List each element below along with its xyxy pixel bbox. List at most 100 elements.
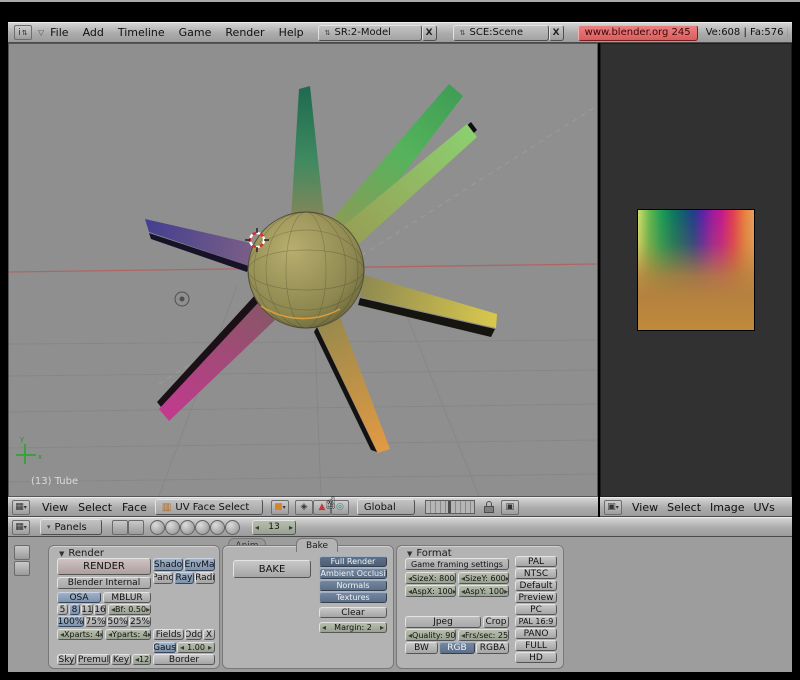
menu-face[interactable]: Face <box>122 501 147 514</box>
context-object-icon[interactable] <box>165 520 180 535</box>
rgba-toggle[interactable]: RGBA <box>476 642 509 654</box>
preset-hd-button[interactable]: HD <box>515 652 557 663</box>
uv-menu-uvs[interactable]: UVs <box>754 501 775 514</box>
context-value-field[interactable]: 13 <box>252 520 296 535</box>
context-script-icon[interactable] <box>128 520 144 535</box>
bf-field[interactable]: Bf: 0.50 <box>108 604 151 615</box>
border-toggle[interactable]: Border <box>153 654 215 665</box>
uv-image-editor[interactable] <box>600 43 792 497</box>
screen-selector[interactable]: ⇅ SR:2-Model <box>318 25 422 41</box>
render-button[interactable]: RENDER <box>57 558 151 575</box>
preset-preview-button[interactable]: Preview <box>515 592 557 603</box>
sizex-field[interactable]: SizeX: 800 <box>405 572 456 584</box>
bake-ambient-occlusion-radio[interactable]: Ambient Occlusi <box>319 568 387 579</box>
premul-toggle[interactable]: Premul <box>77 654 110 665</box>
render-preview-button[interactable]: ▣ <box>501 500 519 515</box>
size-75-button[interactable]: 75% <box>85 616 106 627</box>
gauss-value-field[interactable]: 1.00 <box>177 642 215 653</box>
mblur-toggle[interactable]: MBLUR <box>103 592 151 603</box>
mode-selector[interactable]: ▥ UV Face Select <box>155 499 263 515</box>
radio-toggle[interactable]: Radi <box>195 572 215 584</box>
pivot-button[interactable]: ◈ <box>295 500 313 515</box>
preset-full-button[interactable]: FULL <box>515 640 557 651</box>
fields-x-toggle[interactable]: X <box>203 629 215 640</box>
3d-viewport[interactable]: y x (13) Tube <box>8 43 598 497</box>
uv-menu-image[interactable]: Image <box>710 501 744 514</box>
uv-image[interactable] <box>637 209 755 331</box>
aspx-field[interactable]: AspX: 100 <box>405 585 456 597</box>
menu-game[interactable]: Game <box>179 26 212 39</box>
context-logic-icon[interactable] <box>112 520 128 535</box>
context-shading-icon[interactable] <box>150 520 165 535</box>
scene-selector[interactable]: ⇅ SCE:Scene <box>453 25 549 41</box>
header-collapse-icon[interactable]: ▽ <box>38 28 44 37</box>
lock-icon[interactable] <box>483 500 495 514</box>
sizey-field[interactable]: SizeY: 600 <box>458 572 509 584</box>
shadow-toggle[interactable]: Shado <box>153 558 183 571</box>
context-scene-icon[interactable] <box>195 520 210 535</box>
tab-bake[interactable]: Bake <box>296 538 338 552</box>
bake-full-render-radio[interactable]: Full Render <box>319 556 387 567</box>
panel-align-icon[interactable] <box>14 545 30 560</box>
menu-file[interactable]: File <box>50 26 68 39</box>
ray-toggle[interactable]: Ray <box>174 572 194 584</box>
scene-close-button[interactable]: X <box>549 25 564 41</box>
osa-16-button[interactable]: 16 <box>94 604 106 615</box>
quality-field[interactable]: Quality: 90 <box>405 629 456 641</box>
game-framing-button[interactable]: Game framing settings <box>405 558 509 570</box>
preset-pal169-button[interactable]: PAL 16:9 <box>515 616 557 627</box>
osa-5-button[interactable]: 5 <box>57 604 68 615</box>
orientation-selector[interactable]: Global <box>357 499 415 515</box>
subcontext-render-icon[interactable] <box>210 520 225 535</box>
bake-clear-button[interactable]: Clear <box>319 607 387 618</box>
size-50-button[interactable]: 50% <box>107 616 128 627</box>
menu-add[interactable]: Add <box>83 26 104 39</box>
uv-menu-view[interactable]: View <box>632 501 658 514</box>
preset-pano-button[interactable]: PANO <box>515 628 557 639</box>
panel-zoom-icon[interactable] <box>14 561 30 576</box>
preset-pal-button[interactable]: PAL <box>515 556 557 567</box>
menu-view[interactable]: View <box>42 501 68 514</box>
xparts-field[interactable]: Xparts: 4 <box>57 629 103 640</box>
preset-default-button[interactable]: Default <box>515 580 557 591</box>
osa-11-button[interactable]: 11 <box>81 604 93 615</box>
uv-menu-select[interactable]: Select <box>667 501 701 514</box>
bake-margin-field[interactable]: Margin: 2 <box>319 622 387 633</box>
bake-button[interactable]: BAKE <box>233 560 311 578</box>
key-value-field[interactable]: 128 <box>132 654 151 665</box>
framerate-field[interactable]: Frs/sec: 25 <box>458 629 509 641</box>
preset-pc-button[interactable]: PC <box>515 604 557 615</box>
aspy-field[interactable]: AspY: 100 <box>458 585 509 597</box>
bake-normals-radio[interactable]: Normals <box>319 580 387 591</box>
menu-help[interactable]: Help <box>279 26 304 39</box>
window-type-button[interactable]: i ⇅ <box>14 25 32 40</box>
editor-type-button[interactable]: ▦ ▾ <box>12 500 30 515</box>
crop-toggle[interactable]: Crop <box>483 616 509 628</box>
key-toggle[interactable]: Key <box>111 654 131 665</box>
fields-toggle[interactable]: Fields <box>153 629 184 640</box>
engine-selector[interactable]: Blender Internal <box>57 577 151 589</box>
bw-toggle[interactable]: BW <box>405 642 438 654</box>
panels-menu[interactable]: ▾ Panels <box>40 519 102 535</box>
gauss-toggle[interactable]: Gaus <box>153 642 176 653</box>
envmap-toggle[interactable]: EnvMa <box>184 558 215 571</box>
rgb-toggle[interactable]: RGB <box>439 642 475 654</box>
layer-buttons[interactable] <box>425 500 475 514</box>
sky-toggle[interactable]: Sky <box>57 654 76 665</box>
menu-timeline[interactable]: Timeline <box>118 26 165 39</box>
pano-toggle[interactable]: Pano <box>153 572 173 584</box>
bake-textures-radio[interactable]: Textures <box>319 592 387 603</box>
filetype-selector[interactable]: Jpeg <box>405 616 481 628</box>
menu-render[interactable]: Render <box>225 26 264 39</box>
preset-ntsc-button[interactable]: NTSC <box>515 568 557 579</box>
osa-8-button[interactable]: 8 <box>69 604 80 615</box>
screen-close-button[interactable]: X <box>422 25 437 41</box>
context-editing-icon[interactable] <box>180 520 195 535</box>
yparts-field[interactable]: Yparts: 4 <box>105 629 151 640</box>
size-100-button[interactable]: 100% <box>57 616 84 627</box>
subcontext-anim-icon[interactable] <box>225 520 240 535</box>
version-button[interactable]: www.blender.org 245 <box>578 25 698 41</box>
osa-toggle[interactable]: OSA <box>57 592 101 603</box>
buttons-editor-type-button[interactable]: ▦ ▾ <box>12 520 30 535</box>
menu-select[interactable]: Select <box>78 501 112 514</box>
